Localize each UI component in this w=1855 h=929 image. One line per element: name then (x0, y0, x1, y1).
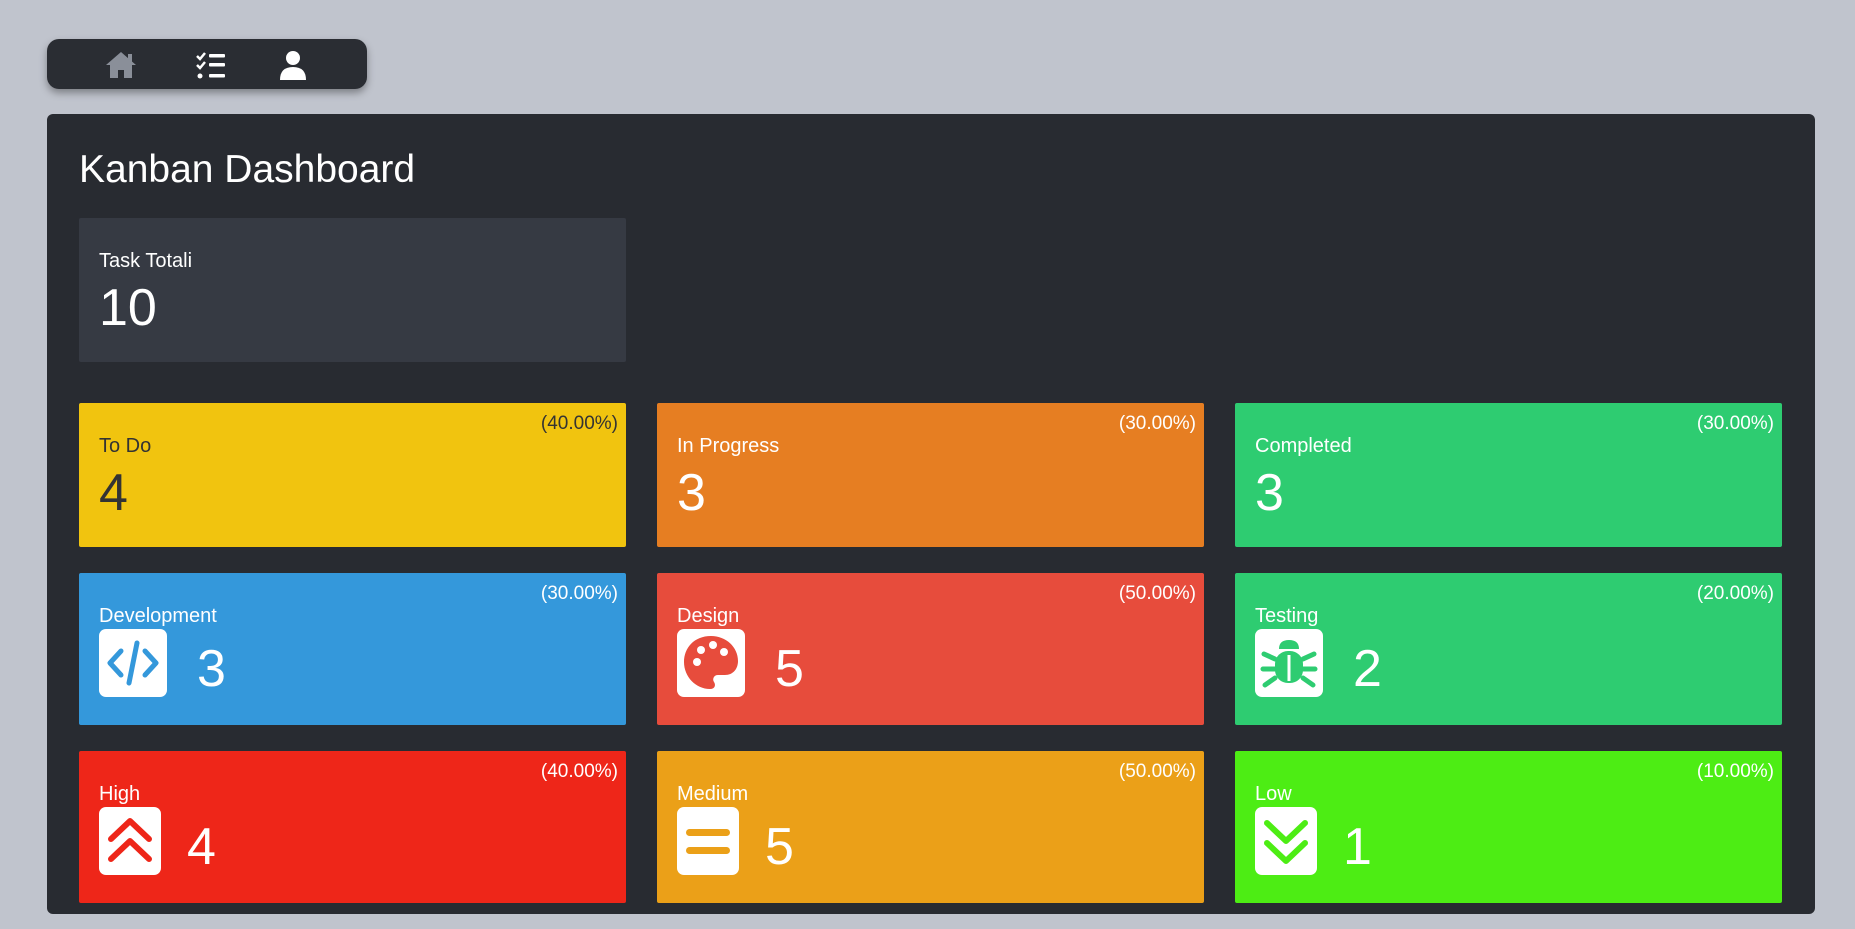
status-value: 3 (677, 464, 706, 522)
priority-card-low[interactable]: (10.00%) Low 1 (1235, 751, 1782, 903)
category-value: 5 (775, 640, 804, 698)
status-label: Completed (1255, 435, 1352, 457)
code-icon (99, 629, 167, 697)
status-card-todo[interactable]: (40.00%) To Do 4 (79, 403, 626, 547)
dashboard-panel: Kanban Dashboard Task Totali 10 (40.00%)… (47, 114, 1815, 914)
bug-icon (1255, 629, 1323, 697)
priority-label: Low (1255, 783, 1292, 805)
palette-icon (677, 629, 745, 697)
double-chevron-down-icon (1255, 807, 1317, 875)
double-chevron-up-icon (99, 807, 161, 875)
status-card-completed[interactable]: (30.00%) Completed 3 (1235, 403, 1782, 547)
total-tasks-card: Task Totali 10 (79, 218, 626, 362)
priority-percent: (50.00%) (1118, 761, 1196, 782)
priority-percent: (10.00%) (1696, 761, 1774, 782)
priority-label: Medium (677, 783, 749, 805)
page-title: Kanban Dashboard (79, 148, 416, 191)
category-percent: (30.00%) (540, 583, 618, 604)
priority-card-high[interactable]: (40.00%) High 4 (79, 751, 626, 903)
category-value: 2 (1353, 640, 1382, 698)
total-tasks-label: Task Totali (99, 250, 193, 272)
status-label: In Progress (677, 435, 780, 457)
priority-value: 5 (765, 818, 794, 876)
status-percent: (30.00%) (1118, 413, 1196, 434)
priority-percent: (40.00%) (540, 761, 618, 782)
category-label: Development (99, 605, 217, 627)
priority-value: 1 (1343, 818, 1372, 876)
category-label: Design (677, 605, 740, 627)
priority-card-medium[interactable]: (50.00%) Medium 5 (657, 751, 1204, 903)
status-value: 4 (99, 464, 128, 522)
status-percent: (40.00%) (540, 413, 618, 434)
top-navbar (47, 39, 367, 89)
category-label: Testing (1255, 605, 1319, 627)
priority-value: 4 (187, 818, 216, 876)
category-value: 3 (197, 640, 226, 698)
task-list-icon[interactable] (193, 49, 229, 81)
category-percent: (50.00%) (1118, 583, 1196, 604)
category-percent: (20.00%) (1696, 583, 1774, 604)
user-icon[interactable] (275, 49, 311, 81)
status-card-in-progress[interactable]: (30.00%) In Progress 3 (657, 403, 1204, 547)
equals-icon (677, 807, 739, 875)
status-percent: (30.00%) (1696, 413, 1774, 434)
home-icon[interactable] (103, 49, 139, 81)
category-card-development[interactable]: (30.00%) Development 3 (79, 573, 626, 725)
status-value: 3 (1255, 464, 1284, 522)
priority-label: High (99, 783, 141, 805)
category-card-testing[interactable]: (20.00%) Testing 2 (1235, 573, 1782, 725)
total-tasks-value: 10 (99, 279, 157, 337)
status-label: To Do (99, 435, 152, 457)
category-card-design[interactable]: (50.00%) Design 5 (657, 573, 1204, 725)
